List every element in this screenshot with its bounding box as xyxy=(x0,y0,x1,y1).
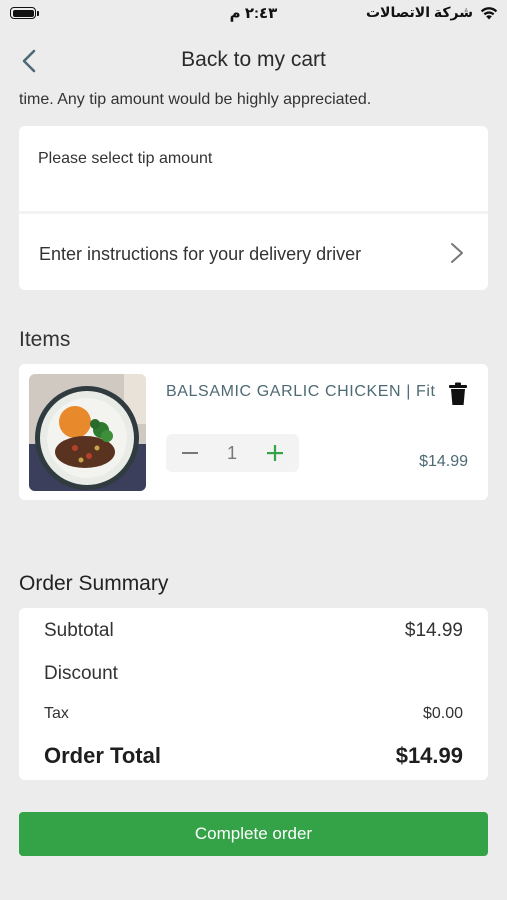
order-total-value: $14.99 xyxy=(395,743,463,768)
quantity-value: 1 xyxy=(226,443,237,463)
tax-label: Tax xyxy=(44,705,69,722)
minus-icon xyxy=(182,452,198,454)
status-bar: ٢:٤٣ م شركة الاتصالات xyxy=(0,0,507,30)
subtotal-value: $14.99 xyxy=(404,620,463,641)
delete-item-button[interactable] xyxy=(448,382,468,406)
increase-quantity-button[interactable] xyxy=(261,439,289,467)
item-name[interactable]: BALSAMIC GARLIC CHICKEN | Fit xyxy=(166,383,436,401)
driver-instructions-row[interactable]: Enter instructions for your delivery dri… xyxy=(19,214,488,290)
decrease-quantity-button[interactable] xyxy=(176,439,204,467)
tip-select-label[interactable]: Please select tip amount xyxy=(38,150,212,168)
item-photo xyxy=(29,374,146,491)
chevron-right-icon xyxy=(451,243,463,263)
page-title: Back to my cart xyxy=(181,48,326,71)
cart-item-card: BALSAMIC GARLIC CHICKEN | Fit 1 $14.99 xyxy=(19,364,488,500)
order-summary-card: Subtotal $14.99 Discount Tax $0.00 Order… xyxy=(19,608,488,780)
discount-label: Discount xyxy=(44,663,118,684)
wifi-icon xyxy=(480,6,498,19)
complete-order-button[interactable]: Complete order xyxy=(19,812,488,856)
plus-icon xyxy=(267,445,283,461)
quantity-stepper: 1 xyxy=(166,434,299,472)
status-right: شركة الاتصالات xyxy=(366,4,499,21)
items-section-title: Items xyxy=(19,328,71,351)
carrier-name: شركة الاتصالات xyxy=(365,4,473,20)
item-price: $14.99 xyxy=(419,453,468,470)
driver-instructions-label: Enter instructions for your delivery dri… xyxy=(39,244,362,264)
nav-bar: Back to my cart xyxy=(0,38,507,82)
trash-icon xyxy=(449,382,467,405)
order-summary-title: Order Summary xyxy=(19,572,169,595)
tax-value: $0.00 xyxy=(422,705,463,722)
order-total-label: Order Total xyxy=(44,743,161,768)
tip-note: time. Any tip amount would be highly app… xyxy=(19,91,372,108)
tip-card: Please select tip amount Enter instructi… xyxy=(19,126,488,290)
subtotal-label: Subtotal xyxy=(44,620,114,641)
